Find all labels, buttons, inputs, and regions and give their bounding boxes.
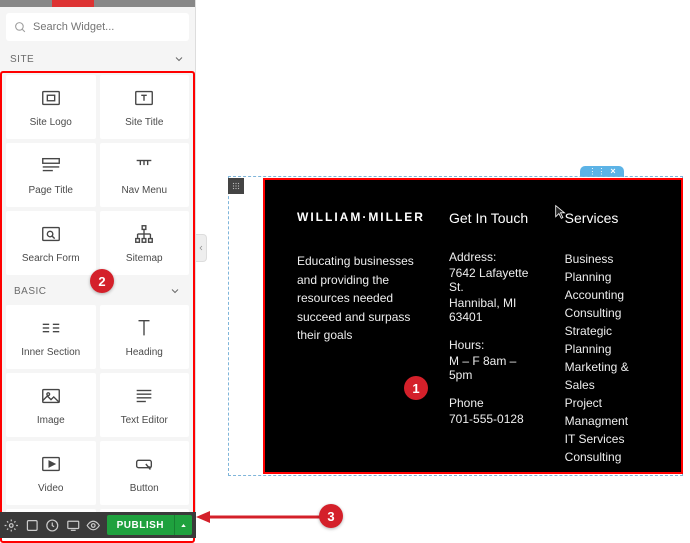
section-site-label: SITE <box>10 54 34 65</box>
chevron-down-icon <box>173 53 185 65</box>
hours-label: Hours: <box>449 338 539 352</box>
service-item: Project Managment <box>565 394 661 430</box>
widget-label: Heading <box>126 347 163 358</box>
annotation-marker-3: 3 <box>319 504 343 528</box>
footer-col-contact: Get In Touch Address: 7642 Lafayette St.… <box>449 210 539 466</box>
widget-site-title[interactable]: Site Title <box>100 75 190 139</box>
widget-button[interactable]: Button <box>100 441 190 505</box>
address-line1: 7642 Lafayette St. <box>449 266 539 294</box>
widgets-grid-outlined: Site Logo Site Title Page Title Nav Menu… <box>0 71 195 543</box>
widget-image[interactable]: Image <box>6 373 96 437</box>
service-item: Business Planning <box>565 250 661 286</box>
widget-video[interactable]: Video <box>6 441 96 505</box>
panel-collapse-handle[interactable] <box>196 234 207 262</box>
widget-nav-menu[interactable]: Nav Menu <box>100 143 190 207</box>
publish-label: PUBLISH <box>107 520 174 531</box>
footer-col-brand: WILLIAM·MILLER Educating businesses and … <box>297 210 423 466</box>
annotation-marker-1: 1 <box>404 376 428 400</box>
search-icon <box>14 21 27 34</box>
settings-icon[interactable] <box>4 518 19 533</box>
service-item: Consulting <box>565 448 661 466</box>
annotation-marker-2: 2 <box>90 269 114 293</box>
hours-value: M – F 8am – 5pm <box>449 354 539 382</box>
service-item: IT Services <box>565 430 661 448</box>
history-icon[interactable] <box>45 518 60 533</box>
close-icon[interactable]: × <box>610 167 615 176</box>
chevron-left-icon <box>197 244 205 252</box>
widget-label: Site Logo <box>30 117 72 128</box>
services-heading: Services <box>565 210 661 226</box>
brand-tagline: Educating businesses and providing the r… <box>297 252 423 345</box>
service-item: Accounting <box>565 286 661 304</box>
widget-page-title[interactable]: Page Title <box>6 143 96 207</box>
service-item: Marketing & Sales <box>565 358 661 394</box>
phone-label: Phone <box>449 396 539 410</box>
edit-section-handle[interactable] <box>228 178 244 194</box>
widget-label: Nav Menu <box>121 185 167 196</box>
service-item: Consulting <box>565 304 661 322</box>
title-frame-icon <box>133 87 155 109</box>
footer-preview[interactable]: WILLIAM·MILLER Educating businesses and … <box>263 178 683 474</box>
widget-label: Search Form <box>22 253 80 264</box>
address-line2: Hannibal, MI 63401 <box>449 296 539 324</box>
address-label: Address: <box>449 250 539 264</box>
widget-label: Video <box>38 483 63 494</box>
preview-icon[interactable] <box>86 518 101 533</box>
service-item: Strategic Planning <box>565 322 661 358</box>
chevron-down-icon <box>169 285 181 297</box>
phone-value: 701-555-0128 <box>449 412 539 426</box>
columns-icon <box>40 317 62 339</box>
search-form-icon <box>40 223 62 245</box>
section-basic-label: BASIC <box>14 286 47 297</box>
heading-icon <box>133 317 155 339</box>
nav-menu-icon <box>133 155 155 177</box>
navigator-icon[interactable] <box>25 518 40 533</box>
image-icon <box>40 385 62 407</box>
widget-sitemap[interactable]: Sitemap <box>100 211 190 275</box>
video-icon <box>40 453 62 475</box>
search-input[interactable] <box>33 21 181 33</box>
publish-caret[interactable] <box>174 515 192 535</box>
widget-label: Text Editor <box>121 415 168 426</box>
widget-label: Site Title <box>125 117 163 128</box>
widget-label: Sitemap <box>126 253 163 264</box>
section-site-header[interactable]: SITE <box>0 47 195 71</box>
widget-inner-section[interactable]: Inner Section <box>6 305 96 369</box>
contact-heading: Get In Touch <box>449 210 539 226</box>
widget-search-form[interactable]: Search Form <box>6 211 96 275</box>
grid-dots-icon <box>231 181 241 191</box>
widget-text-editor[interactable]: Text Editor <box>100 373 190 437</box>
panel-bottom-bar: PUBLISH <box>0 512 196 538</box>
widget-label: Page Title <box>29 185 73 196</box>
drag-dots-icon: ⋮⋮ <box>588 168 606 176</box>
widget-label: Image <box>37 415 65 426</box>
frame-icon <box>40 87 62 109</box>
widget-label: Inner Section <box>21 347 80 358</box>
responsive-icon[interactable] <box>66 518 81 533</box>
widget-site-logo[interactable]: Site Logo <box>6 75 96 139</box>
widget-label: Button <box>130 483 159 494</box>
brand-name: WILLIAM·MILLER <box>297 210 423 224</box>
footer-col-services: Services Business Planning Accounting Co… <box>565 210 661 466</box>
annotation-arrow <box>196 510 326 524</box>
search-widget-field[interactable] <box>6 13 189 41</box>
sitemap-icon <box>133 223 155 245</box>
caret-up-icon <box>179 521 188 530</box>
text-editor-icon <box>133 385 155 407</box>
publish-button[interactable]: PUBLISH <box>107 515 192 535</box>
panel-top-strip <box>0 0 195 7</box>
page-title-icon <box>40 155 62 177</box>
services-list: Business Planning Accounting Consulting … <box>565 250 661 466</box>
widget-heading[interactable]: Heading <box>100 305 190 369</box>
button-icon <box>133 453 155 475</box>
